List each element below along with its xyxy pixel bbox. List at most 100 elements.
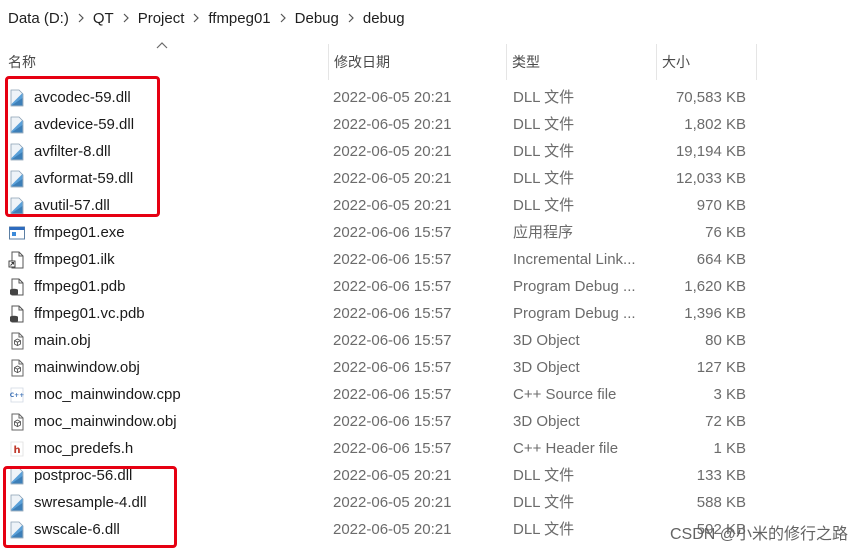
breadcrumb-item[interactable]: debug	[359, 10, 409, 27]
pdb-file-icon	[8, 305, 26, 323]
file-row[interactable]: avutil-57.dll 2022-06-05 20:21 DLL 文件 970 K…	[0, 192, 864, 219]
cpp-file-icon: C++	[8, 386, 26, 404]
file-name-cell[interactable]: h moc_predefs.h	[8, 435, 328, 462]
file-name: swresample-4.dll	[34, 494, 147, 511]
file-row[interactable]: C++ moc_mainwindow.cpp 2022-06-06 15:57 C++…	[0, 381, 864, 408]
chevron-right-icon[interactable]	[275, 13, 291, 23]
file-row[interactable]: moc_mainwindow.obj 2022-06-06 15:57 3D Obj…	[0, 408, 864, 435]
file-date: 2022-06-06 15:57	[333, 440, 452, 457]
file-size: 72 KB	[705, 413, 746, 430]
chevron-right-icon[interactable]	[188, 13, 204, 23]
file-name: avutil-57.dll	[34, 197, 110, 214]
file-name-cell[interactable]: moc_mainwindow.obj	[8, 408, 328, 435]
file-name-cell[interactable]: mainwindow.obj	[8, 354, 328, 381]
file-size: 19,194 KB	[675, 143, 746, 160]
file-date: 2022-06-05 20:21	[333, 143, 452, 160]
file-name-cell[interactable]: avfilter-8.dll	[8, 138, 328, 165]
file-size: 127 KB	[696, 359, 746, 376]
file-name: moc_mainwindow.cpp	[34, 386, 181, 403]
dll-file-icon	[8, 143, 26, 161]
file-name-cell[interactable]: ffmpeg01.pdb	[8, 273, 328, 300]
breadcrumb: Data (D:) QT Project ffmpeg01 Debug debug	[0, 0, 864, 36]
file-date: 2022-06-05 20:21	[333, 521, 452, 538]
file-type: DLL 文件	[513, 116, 575, 133]
file-name-cell[interactable]: avutil-57.dll	[8, 192, 328, 219]
breadcrumb-item[interactable]: Project	[134, 10, 189, 27]
column-header-size[interactable]: 大小	[656, 50, 756, 74]
file-date: 2022-06-05 20:21	[333, 89, 452, 106]
dll-file-icon	[8, 494, 26, 512]
file-date: 2022-06-05 20:21	[333, 494, 452, 511]
breadcrumb-item[interactable]: QT	[89, 10, 118, 27]
file-name-cell[interactable]: ffmpeg01.exe	[8, 219, 328, 246]
file-type: DLL 文件	[513, 89, 575, 106]
file-name-cell[interactable]: ffmpeg01.ilk	[8, 246, 328, 273]
file-type: DLL 文件	[513, 467, 575, 484]
file-row[interactable]: mainwindow.obj 2022-06-06 15:57 3D Object 1…	[0, 354, 864, 381]
file-row[interactable]: avcodec-59.dll 2022-06-05 20:21 DLL 文件 70,5…	[0, 84, 864, 111]
file-size: 70,583 KB	[675, 89, 746, 106]
file-row[interactable]: postproc-56.dll 2022-06-05 20:21 DLL 文件 133…	[0, 462, 864, 489]
file-type: 3D Object	[513, 413, 580, 430]
file-date: 2022-06-06 15:57	[333, 359, 452, 376]
file-date: 2022-06-06 15:57	[333, 332, 452, 349]
breadcrumb-item[interactable]: Debug	[291, 10, 343, 27]
obj-file-icon	[8, 332, 26, 350]
dll-file-icon	[8, 116, 26, 134]
file-size: 970 KB	[696, 197, 746, 214]
file-row[interactable]: swresample-4.dll 2022-06-05 20:21 DLL 文件 58…	[0, 489, 864, 516]
file-date: 2022-06-06 15:57	[333, 413, 452, 430]
file-date: 2022-06-06 15:57	[333, 278, 452, 295]
chevron-right-icon[interactable]	[73, 13, 89, 23]
file-name-cell[interactable]: swscale-6.dll	[8, 516, 328, 543]
file-row[interactable]: avdevice-59.dll 2022-06-05 20:21 DLL 文件 1,8…	[0, 111, 864, 138]
file-name: moc_mainwindow.obj	[34, 413, 177, 430]
breadcrumb-item[interactable]: Data (D:)	[0, 10, 73, 27]
file-size: 133 KB	[696, 467, 746, 484]
chevron-right-icon[interactable]	[343, 13, 359, 23]
file-name: avcodec-59.dll	[34, 89, 131, 106]
column-header-date[interactable]: 修改日期	[328, 50, 506, 74]
file-row[interactable]: avformat-59.dll 2022-06-05 20:21 DLL 文件 12,…	[0, 165, 864, 192]
file-size: 1,802 KB	[684, 116, 746, 133]
file-name: ffmpeg01.exe	[34, 224, 125, 241]
file-name-cell[interactable]: swresample-4.dll	[8, 489, 328, 516]
obj-file-icon	[8, 413, 26, 431]
column-header-row: 名称 修改日期 类型 大小	[0, 40, 864, 80]
file-name-cell[interactable]: avdevice-59.dll	[8, 111, 328, 138]
file-date: 2022-06-06 15:57	[333, 224, 452, 241]
file-size: 1,620 KB	[684, 278, 746, 295]
chevron-right-icon[interactable]	[118, 13, 134, 23]
file-name-cell[interactable]: main.obj	[8, 327, 328, 354]
file-name: moc_predefs.h	[34, 440, 134, 457]
column-header-name[interactable]: 名称	[2, 50, 328, 74]
file-size: 3 KB	[713, 386, 746, 403]
ilk-file-icon	[8, 251, 26, 269]
file-name-cell[interactable]: avcodec-59.dll	[8, 84, 328, 111]
file-size: 664 KB	[696, 251, 746, 268]
file-type: Incremental Link...	[513, 251, 636, 268]
file-name-cell[interactable]: postproc-56.dll	[8, 462, 328, 489]
file-size: 1,396 KB	[684, 305, 746, 322]
dll-file-icon	[8, 197, 26, 215]
file-row[interactable]: ffmpeg01.vc.pdb 2022-06-06 15:57 Program D…	[0, 300, 864, 327]
watermark: CSDN @小米的修行之路	[669, 526, 848, 543]
file-row[interactable]: ffmpeg01.ilk 2022-06-06 15:57 Incremental …	[0, 246, 864, 273]
file-row[interactable]: avfilter-8.dll 2022-06-05 20:21 DLL 文件 19,1…	[0, 138, 864, 165]
file-type: DLL 文件	[513, 521, 575, 538]
breadcrumb-item[interactable]: ffmpeg01	[204, 10, 274, 27]
file-type: Program Debug ...	[513, 305, 636, 322]
column-header-type[interactable]: 类型	[506, 50, 656, 74]
file-row[interactable]: ffmpeg01.exe 2022-06-06 15:57 应用程序 76 KB	[0, 219, 864, 246]
file-type: DLL 文件	[513, 494, 575, 511]
file-row[interactable]: ffmpeg01.pdb 2022-06-06 15:57 Program Debu…	[0, 273, 864, 300]
file-row[interactable]: main.obj 2022-06-06 15:57 3D Object 80 KB	[0, 327, 864, 354]
file-name-cell[interactable]: ffmpeg01.vc.pdb	[8, 300, 328, 327]
file-type: DLL 文件	[513, 170, 575, 187]
dll-file-icon	[8, 89, 26, 107]
file-row[interactable]: h moc_predefs.h 2022-06-06 15:57 C++ Header…	[0, 435, 864, 462]
file-name-cell[interactable]: C++ moc_mainwindow.cpp	[8, 381, 328, 408]
file-name: mainwindow.obj	[34, 359, 140, 376]
file-name-cell[interactable]: avformat-59.dll	[8, 165, 328, 192]
column-divider[interactable]	[756, 44, 757, 80]
